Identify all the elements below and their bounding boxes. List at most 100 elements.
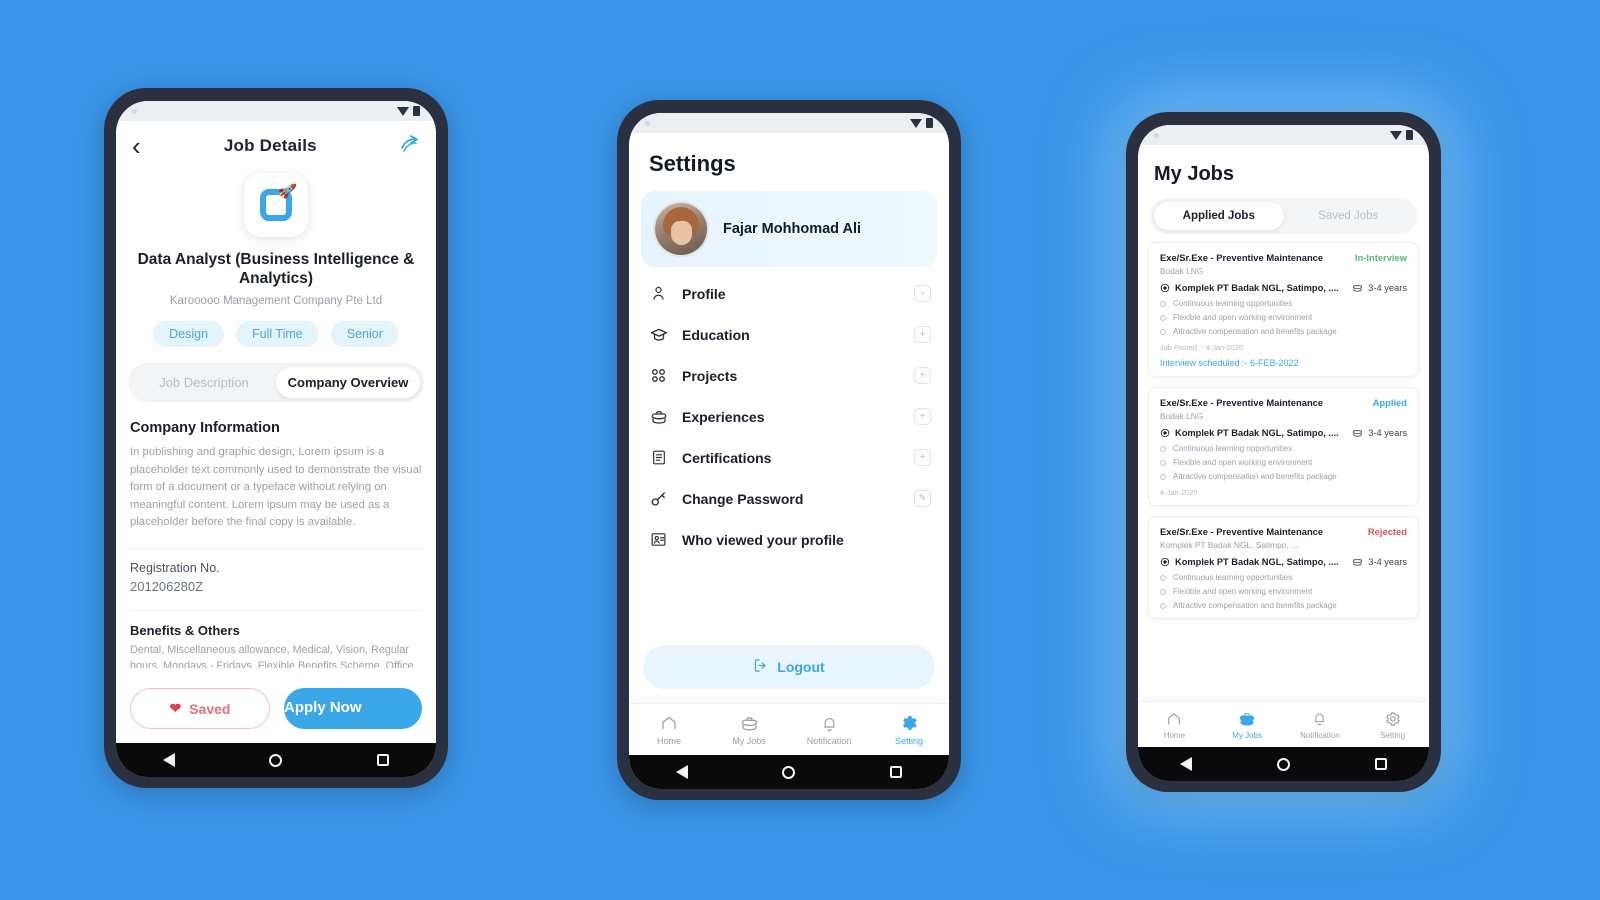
- company-overview-text: In publishing and graphic design, Lorem …: [130, 446, 422, 529]
- android-home-icon[interactable]: [1276, 757, 1290, 771]
- nav-item-home[interactable]: Home: [629, 714, 709, 746]
- nav-label: Setting: [1380, 731, 1406, 740]
- logout-button[interactable]: Logout: [643, 645, 935, 689]
- company-subtitle: Bodak LNG: [1160, 411, 1204, 421]
- android-back-icon[interactable]: [163, 753, 176, 767]
- bullet-ring-icon: [1160, 602, 1166, 609]
- logout-label: Logout: [777, 659, 825, 675]
- signal-icon: [1390, 130, 1402, 140]
- briefcase-icon: [1353, 285, 1363, 292]
- profile-card[interactable]: Fajar Mohhomad Ali: [641, 191, 937, 267]
- android-back-icon[interactable]: [1180, 757, 1193, 771]
- gear-icon: [1385, 709, 1401, 728]
- pencil-icon[interactable]: ✎: [914, 490, 931, 507]
- registration-value: 201206280Z: [130, 578, 204, 594]
- android-recents-icon[interactable]: [376, 754, 389, 766]
- settings-item-profile[interactable]: Profile ›: [629, 273, 949, 314]
- home-icon: [660, 714, 678, 733]
- android-home-icon[interactable]: [269, 753, 283, 767]
- tab-saved-jobs[interactable]: Saved Jobs: [1284, 202, 1414, 230]
- nav-item-setting[interactable]: Setting: [1356, 709, 1429, 740]
- battery-icon: [1406, 130, 1413, 140]
- bullet-ring-icon: [1160, 314, 1166, 321]
- nav-item-notification[interactable]: Notification: [789, 714, 869, 746]
- job-posted-date: Job Posted :- 4-Jan-2020: [1160, 343, 1243, 352]
- settings-item-label: Certifications: [682, 449, 772, 466]
- plus-icon[interactable]: +: [914, 367, 931, 384]
- table-row[interactable]: Exe/Sr.Exe - Preventive Maintenance Appl…: [1148, 387, 1419, 506]
- camera-dot: [1154, 132, 1159, 138]
- briefcase-icon: [649, 407, 668, 426]
- tag-design[interactable]: Design: [153, 321, 225, 348]
- settings-item-projects[interactable]: Projects +: [629, 355, 949, 396]
- nav-item-my-jobs[interactable]: My Jobs: [1211, 709, 1284, 740]
- nav-label: Setting: [894, 735, 924, 746]
- divider: [130, 547, 422, 549]
- applied-jobs-list[interactable]: Exe/Sr.Exe - Preventive Maintenance In-I…: [1138, 234, 1429, 701]
- location-text: Komplek PT Badak NGL, Satimpo, ....: [1175, 427, 1339, 438]
- nav-item-my-jobs[interactable]: My Jobs: [709, 714, 789, 746]
- briefcase-icon: [1353, 559, 1363, 566]
- android-recents-icon[interactable]: [889, 766, 902, 778]
- logout-wrap: Logout: [629, 645, 949, 703]
- key-icon: [649, 489, 668, 508]
- saved-button-label: Saved: [189, 700, 231, 717]
- list-item: Continuous learning opportunities: [1160, 299, 1407, 308]
- experience: 3-4 years: [1352, 427, 1407, 438]
- list-item: Attractive compensation and benefits pac…: [1160, 472, 1407, 481]
- table-row[interactable]: Exe/Sr.Exe - Preventive Maintenance In-I…: [1148, 242, 1419, 377]
- experience: 3-4 years: [1352, 556, 1407, 567]
- tag-senior[interactable]: Senior: [330, 321, 399, 348]
- phone-job-details: ‹ Job Details 🚀 Data Analyst (Business I…: [104, 88, 448, 788]
- android-recents-icon[interactable]: [1374, 758, 1387, 770]
- location-pin-icon: [1160, 428, 1170, 437]
- tab-job-description[interactable]: Job Description: [132, 367, 276, 398]
- job-details-topbar: ‹ Job Details: [116, 121, 436, 165]
- saved-button[interactable]: ❤ Saved: [130, 688, 270, 729]
- grid-icon: [649, 366, 668, 385]
- settings-item-education[interactable]: Education +: [629, 314, 949, 355]
- tag-full-time[interactable]: Full Time: [236, 321, 319, 348]
- status-bar-my-jobs: [1138, 125, 1429, 145]
- nav-label: Notification: [806, 735, 852, 746]
- settings-item-label: Who viewed your profile: [682, 531, 844, 548]
- settings-item-certifications[interactable]: Certifications +: [629, 437, 949, 478]
- chevron-right-icon[interactable]: ›: [914, 285, 931, 302]
- job-title: Exe/Sr.Exe - Preventive Maintenance: [1160, 252, 1324, 263]
- android-home-icon[interactable]: [782, 765, 796, 779]
- plus-icon[interactable]: +: [914, 326, 931, 343]
- bullet-ring-icon: [1160, 574, 1166, 581]
- list-item: Attractive compensation and benefits pac…: [1160, 601, 1407, 610]
- settings-item-label: Profile: [682, 285, 726, 302]
- table-row[interactable]: Exe/Sr.Exe - Preventive Maintenance Reje…: [1148, 516, 1419, 619]
- nav-item-home[interactable]: Home: [1138, 709, 1211, 740]
- briefcase-icon: [1353, 430, 1363, 437]
- bullet-text: Flexible and open working environment: [1173, 587, 1313, 596]
- nav-item-setting[interactable]: Setting: [869, 714, 949, 746]
- location: Komplek PT Badak NGL, Satimpo, ....: [1160, 283, 1339, 293]
- app-logo-rocket-icon: 🚀: [244, 173, 308, 237]
- chevron-left-icon[interactable]: ‹: [132, 133, 141, 159]
- my-jobs-content: My Jobs Applied Jobs Saved Jobs Exe/Sr.E…: [1138, 145, 1429, 747]
- tab-applied-jobs[interactable]: Applied Jobs: [1154, 202, 1284, 230]
- plus-icon[interactable]: +: [914, 449, 931, 466]
- nav-item-notification[interactable]: Notification: [1284, 709, 1357, 740]
- signal-icon: [910, 118, 922, 128]
- card-meta: Komplek PT Badak NGL, Satimpo, .... 3-4 …: [1160, 282, 1407, 293]
- company-subtitle: Komplek PT Badak NGL, Satimpo, ....: [1160, 540, 1301, 550]
- settings-item-change-password[interactable]: Change Password ✎: [629, 478, 949, 519]
- settings-item-experiences[interactable]: Experiences +: [629, 396, 949, 437]
- screen-settings: Settings Fajar Mohhomad Ali Profile › Ed…: [629, 113, 949, 789]
- avatar: [655, 203, 707, 255]
- settings-item-who-viewed-your-profile[interactable]: Who viewed your profile: [629, 519, 949, 560]
- android-back-icon[interactable]: [676, 765, 689, 779]
- tab-company-overview[interactable]: Company Overview: [276, 367, 420, 399]
- bullet-ring-icon: [1160, 445, 1166, 452]
- apply-now-button[interactable]: Apply Now: [284, 688, 422, 729]
- logout-icon: [753, 658, 768, 676]
- share-icon[interactable]: [400, 135, 420, 157]
- bullet-text: Attractive compensation and benefits pac…: [1173, 327, 1337, 336]
- plus-icon[interactable]: +: [914, 408, 931, 425]
- job-title: Exe/Sr.Exe - Preventive Maintenance: [1160, 526, 1324, 537]
- registration-label: Registration No.: [130, 560, 220, 575]
